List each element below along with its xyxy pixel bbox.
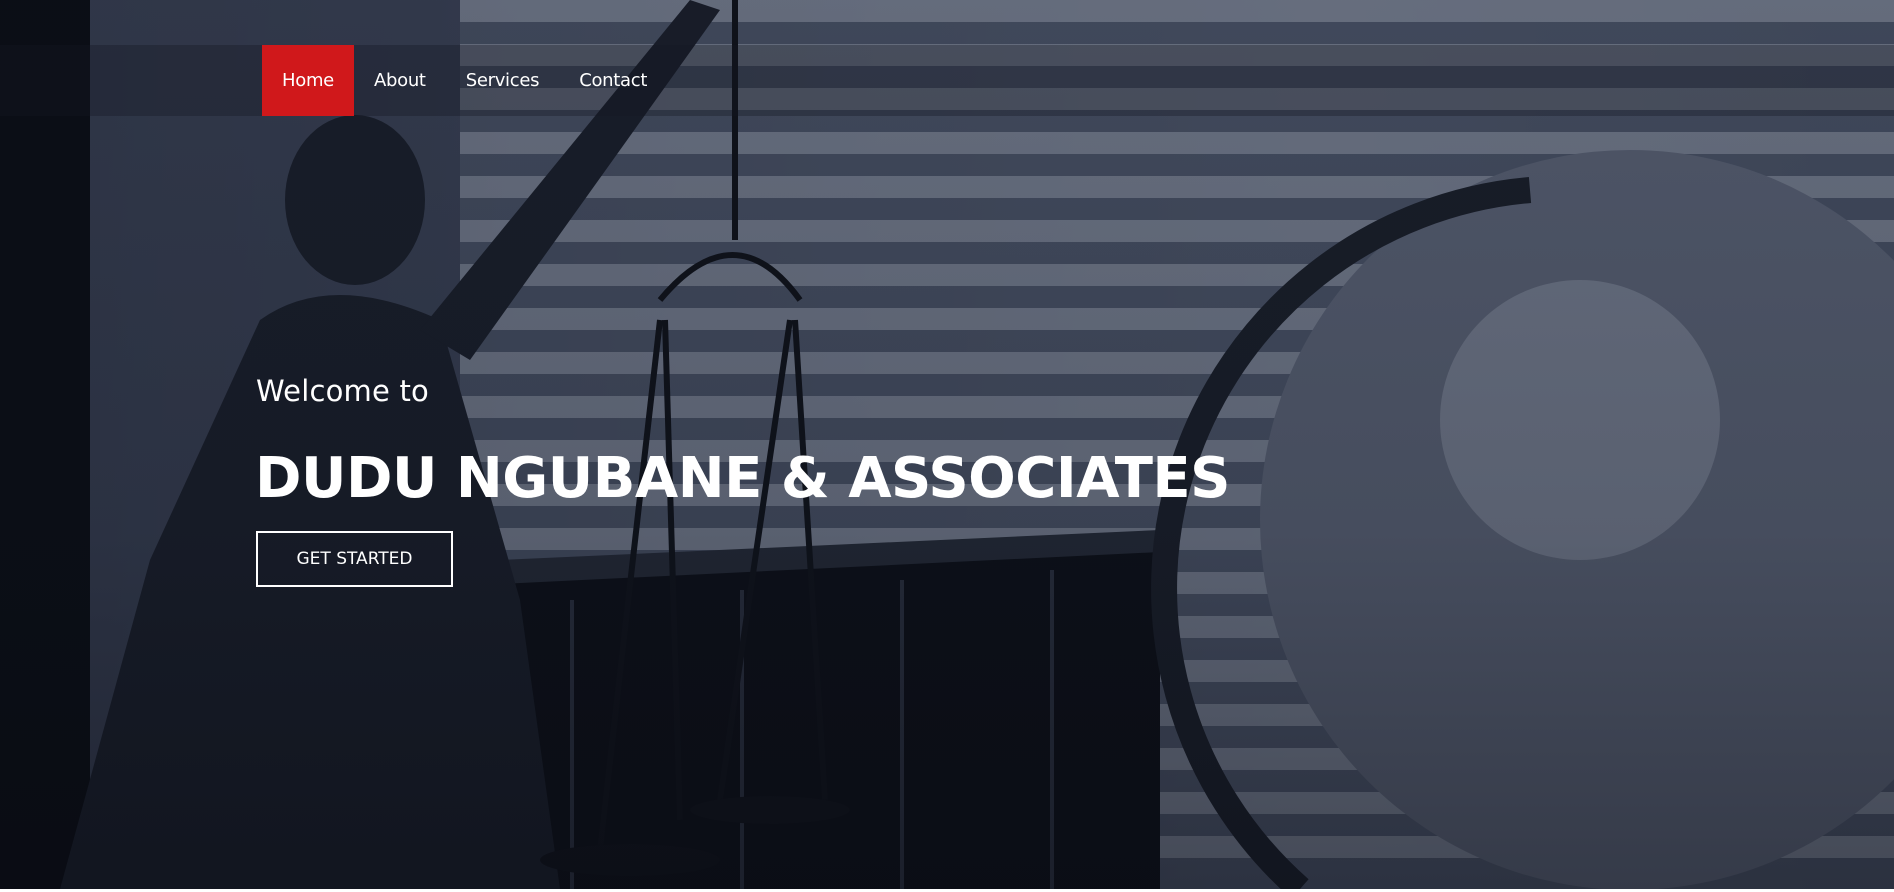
nav-item-services[interactable]: Services xyxy=(446,45,560,116)
main-nav: Home About Services Contact xyxy=(262,45,667,116)
hero-overlay xyxy=(0,0,1894,889)
get-started-button[interactable]: GET STARTED xyxy=(256,531,453,587)
hero-section: Home About Services Contact Welcome to D… xyxy=(0,0,1894,889)
nav-item-home[interactable]: Home xyxy=(262,45,354,116)
hero-title: DUDU NGUBANE & ASSOCIATES xyxy=(255,446,1231,511)
hero-welcome-text: Welcome to xyxy=(256,374,429,408)
nav-item-contact[interactable]: Contact xyxy=(559,45,667,116)
nav-item-about[interactable]: About xyxy=(354,45,446,116)
